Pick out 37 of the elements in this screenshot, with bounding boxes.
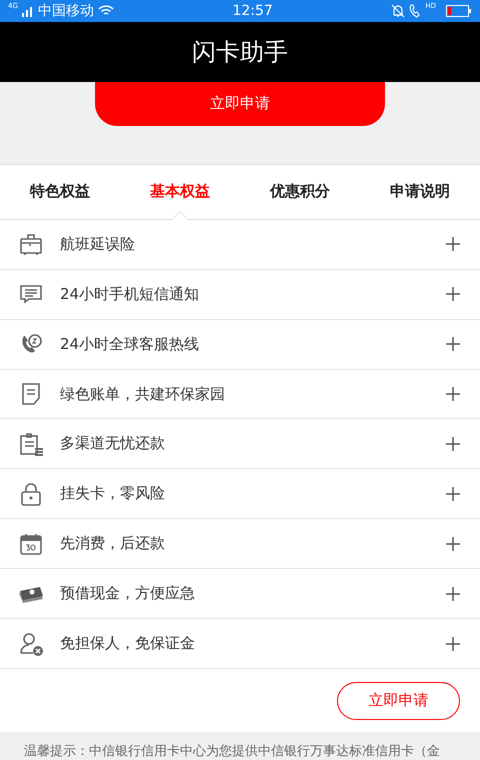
plus-icon[interactable] [446, 586, 460, 601]
benefit-label: 多渠道无忧还款 [60, 434, 166, 454]
benefit-label: 预借现金，方便应急 [60, 584, 196, 604]
notice-text: 温馨提示：中信银行信用卡中心为您提供中信银行万事达标准信用卡（金 [24, 743, 441, 760]
benefit-label: 24小时手机短信通知 [60, 284, 200, 304]
wifi-icon [98, 5, 114, 17]
plus-icon[interactable] [446, 436, 460, 451]
tab[interactable]: 特色权益 [0, 164, 120, 219]
benefit-label: 免担保人，免保证金 [60, 634, 196, 654]
tab[interactable]: 基本权益 [120, 164, 240, 219]
plus-icon[interactable] [446, 237, 460, 252]
plus-icon[interactable] [446, 287, 460, 302]
plus-icon[interactable] [446, 486, 460, 501]
apply-button[interactable]: 立即申请 [337, 682, 460, 720]
tab[interactable]: 优惠积分 [240, 164, 360, 219]
plus-icon[interactable] [446, 636, 460, 651]
suitcase-icon [18, 231, 44, 258]
carrier-name: 中国移动 [38, 2, 94, 20]
phone-icon [409, 4, 422, 18]
lock-icon [18, 480, 44, 507]
page-title: 闪卡助手 [192, 36, 288, 68]
status-time: 12:57 [232, 3, 273, 19]
signal-icon [22, 5, 34, 17]
plus-icon[interactable] [446, 337, 460, 352]
person-remove-icon [18, 630, 44, 657]
benefit-label: 24小时全球客服热线 [60, 334, 200, 354]
benefit-label: 航班延误险 [60, 234, 136, 254]
tab[interactable]: 申请说明 [360, 164, 480, 219]
benefit-label: 绿色账单，共建环保家园 [60, 384, 226, 404]
battery-icon [446, 5, 472, 17]
plus-icon[interactable] [446, 387, 460, 402]
mute-bell-icon [391, 4, 406, 18]
benefit-label: 先消费，后还款 [60, 534, 166, 554]
clipboard-icon [18, 430, 44, 457]
apply-button[interactable]: 立即申请 [95, 82, 385, 126]
plus-icon[interactable] [446, 536, 460, 551]
benefit-label: 挂失卡，零风险 [60, 484, 166, 504]
